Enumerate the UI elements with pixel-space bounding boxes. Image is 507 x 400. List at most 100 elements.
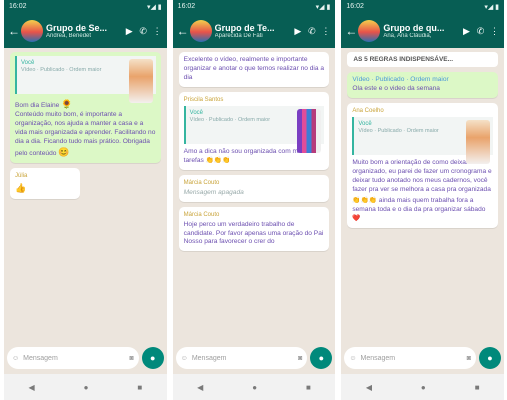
back-arrow-icon[interactable]: ←	[177, 24, 189, 38]
message-text: 👍	[15, 183, 27, 194]
composer: ☺ Mensagem ◙ ●	[344, 346, 502, 370]
phone-screen-2: 16:02 ▾◢ ▮ ← Grupo de Te... Aparecida De…	[172, 0, 336, 400]
composer: ☺ Mensagem ◙ ●	[175, 346, 333, 370]
group-avatar[interactable]	[189, 20, 212, 42]
message-placeholder: Mensagem	[191, 354, 227, 362]
nav-recents-icon[interactable]: ■	[306, 383, 311, 392]
chat-header: ← Grupo de Te... Aparecida De Fáti ▶ ✆ ⋮	[172, 14, 336, 48]
chat-area: Excelente o vídeo, realmente e important…	[173, 48, 336, 340]
message-input[interactable]: ☺ Mensagem ◙	[344, 347, 477, 369]
deleted-message-text: Mensagem apagada	[183, 188, 244, 196]
more-vert-icon[interactable]: ⋮	[489, 26, 500, 37]
nav-back-icon[interactable]: ◀	[28, 383, 34, 392]
status-time: 16:02	[346, 3, 364, 10]
nav-home-icon[interactable]: ●	[252, 383, 257, 392]
nav-back-icon[interactable]: ◀	[197, 383, 203, 392]
message-sender: Priscila Santos	[183, 96, 224, 103]
phone-screen-3: 16:02 ▾◢ ▮ ← Grupo de qu... Ana, Ana Clá…	[341, 0, 505, 400]
android-nav-bar: ◀ ● ■	[4, 374, 167, 400]
composer: ☺ Mensagem ◙ ●	[7, 346, 164, 370]
screenshot-collage: 16:02 ▾◢ ▮ ← Grupo de Se... Andrea, Bene…	[4, 0, 505, 400]
camera-icon[interactable]: ◙	[129, 355, 133, 362]
nav-home-icon[interactable]: ●	[421, 383, 426, 392]
chat-title: Grupo de qu...	[383, 23, 445, 33]
status-icons: ▾◢ ▮	[484, 4, 500, 11]
nav-recents-icon[interactable]: ■	[475, 383, 480, 392]
chat-area: Você Vídeo · Publicado · Ordem maior Bom…	[4, 48, 167, 340]
message-bubble[interactable]: Márcia Couto Hoje perco um verdadeiro tr…	[178, 206, 330, 252]
message-placeholder: Mensagem	[360, 354, 396, 362]
android-nav-bar: ◀ ● ■	[172, 374, 336, 400]
message-bubble[interactable]: Vídeo · Publicado · Ordem maior Ola este…	[347, 72, 499, 98]
message-bubble[interactable]: Ana Coelho Você Vídeo · Publicado · Orde…	[347, 102, 499, 229]
message-sender: Márcia Couto	[183, 211, 220, 218]
quoted-video[interactable]: Você Vídeo · Publicado · Ordem maior	[352, 116, 494, 164]
video-thumbnail[interactable]	[128, 59, 153, 103]
status-time: 16:02	[177, 3, 196, 10]
video-thumbnail[interactable]	[297, 108, 322, 153]
emoji-icon[interactable]: ☺	[349, 355, 356, 362]
chat-header: ← Grupo de qu... Ana, Ana Cláudia, ▶ ✆ ⋮	[341, 14, 505, 48]
more-vert-icon[interactable]: ⋮	[320, 26, 331, 37]
group-avatar[interactable]	[358, 20, 381, 42]
message-bubble[interactable]: Você Vídeo · Publicado · Ordem maior Bom…	[10, 52, 161, 164]
video-thumbnail[interactable]	[466, 119, 491, 164]
link-preview-banner[interactable]: AS 5 REGRAS INDISPENSÁVE...	[347, 52, 499, 67]
message-bubble[interactable]: Priscila Santos Você Vídeo · Publicado ·…	[178, 91, 330, 170]
chat-header: ← Grupo de Se... Andrea, Benedet ▶ ✆ ⋮	[4, 14, 167, 48]
chat-participants: Aparecida De Fáti	[214, 33, 263, 39]
emoji-icon[interactable]: ☺	[12, 355, 19, 362]
message-link[interactable]: Vídeo · Publicado · Ordem maior	[352, 76, 493, 85]
chat-participants: Andrea, Benedet	[46, 33, 92, 39]
back-arrow-icon[interactable]: ←	[8, 24, 20, 38]
message-text: Ola este e o video da semana	[352, 84, 440, 92]
message-text: 👏👏👏 ainda mais quem trabalha fora a sema…	[352, 197, 486, 223]
camera-icon[interactable]: ◙	[298, 355, 302, 362]
message-bubble[interactable]: Excelente o vídeo, realmente e important…	[178, 52, 330, 87]
camera-icon[interactable]: ◙	[467, 355, 471, 362]
chat-title: Grupo de Se...	[46, 23, 108, 33]
chat-participants: Ana, Ana Cláudia,	[383, 33, 432, 39]
status-bar: 16:02 ▾◢ ▮	[341, 0, 505, 14]
message-sender: Júlia	[15, 173, 28, 180]
phone-icon[interactable]: ✆	[475, 26, 486, 37]
phone-screen-1: 16:02 ▾◢ ▮ ← Grupo de Se... Andrea, Bene…	[4, 0, 167, 400]
more-vert-icon[interactable]: ⋮	[152, 26, 163, 37]
message-input[interactable]: ☺ Mensagem ◙	[175, 347, 308, 369]
message-text: Conteúdo muito bom, é importante a organ…	[15, 110, 156, 158]
message-text: Muito bom a orientação de como deixar tu…	[352, 158, 492, 193]
status-icons: ▾◢ ▮	[146, 4, 162, 11]
microphone-icon[interactable]: ●	[141, 347, 164, 369]
chat-title: Grupo de Te...	[214, 23, 275, 33]
message-placeholder: Mensagem	[23, 354, 58, 362]
chat-title-block[interactable]: Grupo de Te... Aparecida De Fáti	[215, 23, 290, 39]
video-call-icon[interactable]: ▶	[461, 26, 472, 37]
microphone-icon[interactable]: ●	[479, 347, 502, 369]
microphone-icon[interactable]: ●	[310, 347, 333, 369]
video-call-icon[interactable]: ▶	[124, 26, 135, 37]
quoted-video[interactable]: Você Vídeo · Publicado · Ordem maior	[183, 105, 325, 153]
nav-home-icon[interactable]: ●	[84, 383, 89, 392]
phone-icon[interactable]: ✆	[138, 26, 149, 37]
message-bubble[interactable]: Júlia 👍	[10, 168, 80, 199]
status-icons: ▾◢ ▮	[315, 4, 331, 11]
group-avatar[interactable]	[21, 20, 43, 42]
chat-area: AS 5 REGRAS INDISPENSÁVE... Vídeo · Publ…	[341, 48, 504, 340]
message-sender: Márcia Couto	[183, 179, 220, 186]
emoji-icon[interactable]: ☺	[181, 355, 188, 362]
chat-title-block[interactable]: Grupo de Se... Andrea, Benedet	[46, 23, 121, 39]
nav-back-icon[interactable]: ◀	[366, 383, 372, 392]
message-bubble[interactable]: Márcia Couto Mensagem apagada	[178, 174, 330, 202]
video-call-icon[interactable]: ▶	[292, 26, 303, 37]
quoted-video[interactable]: Você Vídeo · Publicado · Ordem maior	[15, 56, 156, 103]
back-arrow-icon[interactable]: ←	[345, 24, 357, 38]
message-text: Excelente o vídeo, realmente e important…	[183, 56, 325, 81]
status-time: 16:02	[9, 3, 27, 10]
phone-icon[interactable]: ✆	[306, 26, 317, 37]
status-bar: 16:02 ▾◢ ▮	[172, 0, 336, 14]
message-input[interactable]: ☺ Mensagem ◙	[7, 347, 139, 369]
nav-recents-icon[interactable]: ■	[137, 383, 142, 392]
android-nav-bar: ◀ ● ■	[341, 374, 505, 400]
chat-title-block[interactable]: Grupo de qu... Ana, Ana Cláudia,	[383, 23, 458, 39]
status-bar: 16:02 ▾◢ ▮	[4, 0, 167, 14]
